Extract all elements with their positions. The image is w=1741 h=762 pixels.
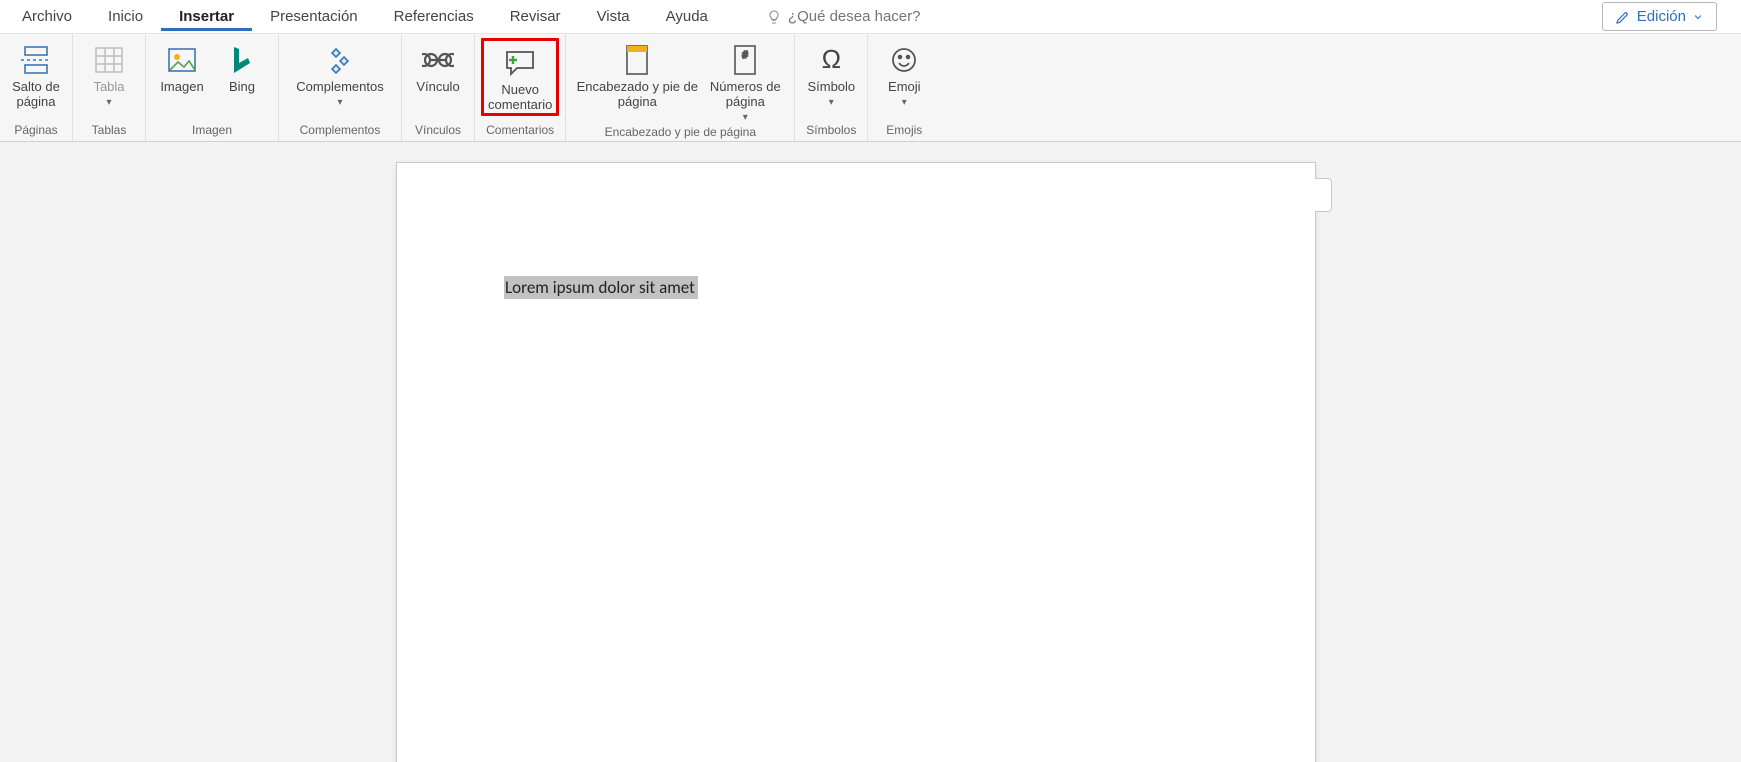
group-emojis-label: Emojis (886, 121, 922, 139)
group-tablas-label: Tablas (92, 121, 127, 139)
symbol-label: Símbolo (807, 80, 855, 95)
group-paginas-label: Páginas (14, 121, 57, 139)
image-label: Imagen (160, 80, 203, 95)
emoji-button[interactable]: Emoji ▾ (874, 38, 934, 108)
page-break-icon (19, 42, 53, 78)
page-break-label: Salto de página (12, 80, 60, 110)
page-numbers-button[interactable]: # Números de página ▾ (702, 38, 788, 123)
tab-revisar[interactable]: Revisar (492, 2, 579, 31)
table-label: Tabla (93, 80, 124, 95)
comment-icon (503, 45, 537, 81)
group-encabezado: Encabezado y pie de página # Números de … (566, 34, 795, 141)
chevron-down-icon: ▾ (829, 97, 834, 109)
editing-mode-label: Edición (1637, 8, 1686, 25)
header-footer-button[interactable]: Encabezado y pie de página (572, 38, 702, 110)
editing-mode-button[interactable]: Edición (1602, 2, 1717, 31)
addins-label: Complementos (296, 80, 383, 95)
tab-inicio[interactable]: Inicio (90, 2, 161, 31)
bing-icon (229, 42, 255, 78)
group-comentarios: Nuevo comentario Comentarios (475, 34, 566, 141)
chevron-down-icon (1692, 11, 1704, 23)
tell-me-search[interactable] (766, 8, 988, 25)
group-comentarios-label: Comentarios (486, 121, 554, 139)
header-footer-icon (623, 42, 651, 78)
tab-presentacion[interactable]: Presentación (252, 2, 376, 31)
page-number-icon: # (731, 42, 759, 78)
table-button[interactable]: Tabla ▾ (79, 38, 139, 108)
group-simbolos-label: Símbolos (806, 121, 856, 139)
addins-button[interactable]: Complementos ▾ (285, 38, 395, 108)
addins-icon (325, 42, 355, 78)
symbol-button[interactable]: Ω Símbolo ▾ (801, 38, 861, 108)
chevron-down-icon: ▾ (106, 97, 111, 109)
header-footer-label: Encabezado y pie de página (577, 80, 698, 110)
chevron-down-icon: ▾ (337, 97, 342, 109)
new-comment-button[interactable]: Nuevo comentario (481, 38, 559, 116)
link-button[interactable]: Vínculo (408, 38, 468, 95)
page-break-button[interactable]: Salto de página (6, 38, 66, 110)
group-simbolos: Ω Símbolo ▾ Símbolos (795, 34, 868, 141)
document-canvas[interactable]: Lorem ipsum dolor sit amet (0, 142, 1741, 762)
selected-text[interactable]: Lorem ipsum dolor sit amet (504, 276, 698, 299)
side-panel-toggle[interactable] (1315, 178, 1332, 212)
new-comment-label: Nuevo comentario (488, 83, 552, 113)
tell-me-input[interactable] (788, 8, 988, 25)
group-emojis: Emoji ▾ Emojis (868, 34, 940, 141)
tab-vista[interactable]: Vista (579, 2, 648, 31)
emoji-icon (890, 42, 918, 78)
table-icon (94, 42, 124, 78)
tab-referencias[interactable]: Referencias (376, 2, 492, 31)
emoji-label: Emoji (888, 80, 921, 95)
chevron-down-icon: ▾ (743, 112, 748, 124)
link-icon (422, 42, 454, 78)
chevron-down-icon: ▾ (902, 97, 907, 109)
group-imagen-label: Imagen (192, 121, 232, 139)
tab-ayuda[interactable]: Ayuda (648, 2, 726, 31)
group-paginas: Salto de página Páginas (0, 34, 73, 141)
group-imagen: Imagen Bing Imagen (146, 34, 279, 141)
group-vinculos-label: Vínculos (415, 121, 461, 139)
svg-text:#: # (743, 50, 749, 61)
link-label: Vínculo (416, 80, 459, 95)
ribbon: Salto de página Páginas Tabla ▾ Tablas (0, 34, 1741, 142)
group-complementos: Complementos ▾ Complementos (279, 34, 402, 141)
tab-archivo[interactable]: Archivo (4, 2, 90, 31)
document-page[interactable]: Lorem ipsum dolor sit amet (396, 162, 1316, 762)
lightbulb-icon (766, 9, 782, 25)
group-complementos-label: Complementos (300, 121, 381, 139)
image-button[interactable]: Imagen (152, 38, 212, 95)
omega-icon: Ω (822, 42, 841, 78)
tab-insertar[interactable]: Insertar (161, 2, 252, 31)
image-icon (166, 42, 198, 78)
group-vinculos: Vínculo Vínculos (402, 34, 475, 141)
group-tablas: Tabla ▾ Tablas (73, 34, 146, 141)
menu-tabs: Archivo Inicio Insertar Presentación Ref… (0, 0, 1741, 34)
bing-button[interactable]: Bing (212, 38, 272, 95)
page-numbers-label: Números de página (710, 80, 781, 110)
bing-label: Bing (229, 80, 255, 95)
group-encabezado-label: Encabezado y pie de página (605, 123, 756, 141)
pencil-icon (1615, 9, 1631, 25)
